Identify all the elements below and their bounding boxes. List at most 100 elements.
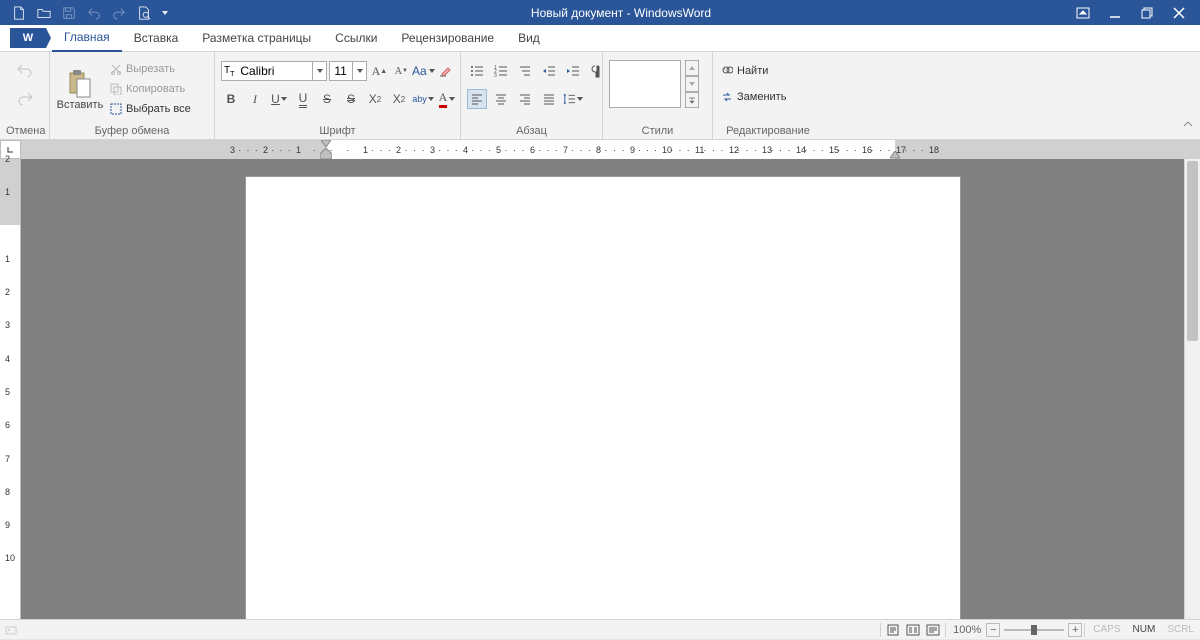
group-undo-label: Отмена [6, 123, 43, 139]
double-underline-button[interactable]: U [293, 89, 313, 109]
h-ruler-num: 2 [396, 145, 401, 155]
open-icon[interactable] [35, 4, 53, 22]
grow-font-button[interactable]: A▲ [369, 61, 389, 81]
subscript-button[interactable]: X2 [365, 89, 385, 109]
bullets-button[interactable] [467, 61, 487, 81]
undo-button[interactable] [15, 60, 35, 80]
v-ruler-num: 4 [5, 354, 10, 364]
tab-1[interactable]: Вставка [122, 25, 191, 52]
ribbon-display-icon[interactable] [1072, 2, 1094, 24]
replace-button[interactable]: Заменить [719, 88, 788, 106]
tab-3[interactable]: Ссылки [323, 25, 389, 52]
h-ruler-num: 6 [530, 145, 535, 155]
font-name-input[interactable] [236, 62, 312, 80]
highlight-button[interactable]: aby [413, 89, 433, 109]
zoom-slider-knob[interactable] [1031, 625, 1037, 635]
font-size-dropdown[interactable] [352, 62, 366, 80]
styles-more-button[interactable] [685, 92, 699, 108]
undo-icon[interactable] [85, 4, 103, 22]
v-ruler-num: 9 [5, 520, 10, 530]
tab-4[interactable]: Рецензирование [389, 25, 506, 52]
change-case-button[interactable]: Aa [413, 61, 433, 81]
save-icon[interactable] [60, 4, 78, 22]
font-name-combo[interactable]: TT [221, 61, 327, 81]
h-ruler-num: 7 [563, 145, 568, 155]
view-read-button[interactable] [903, 620, 923, 640]
tab-2[interactable]: Разметка страницы [190, 25, 323, 52]
vertical-scrollbar[interactable] [1184, 159, 1200, 619]
view-web-button[interactable] [923, 620, 943, 640]
scrollbar-thumb[interactable] [1187, 161, 1198, 341]
double-strike-button[interactable]: S [341, 89, 361, 109]
h-ruler-num: 1 [296, 145, 301, 155]
font-name-dropdown[interactable] [312, 62, 326, 80]
bold-button[interactable]: B [221, 89, 241, 109]
numbering-button[interactable]: 123 [491, 61, 511, 81]
view-print-layout-button[interactable] [883, 620, 903, 640]
window-controls [1072, 2, 1200, 24]
shrink-font-button[interactable]: A▼ [391, 61, 411, 81]
multilevel-button[interactable] [515, 61, 535, 81]
zoom-percent[interactable]: 100% [948, 620, 986, 639]
zoom-in-button[interactable]: + [1068, 623, 1082, 637]
cut-button[interactable]: Вырезать [108, 60, 193, 78]
italic-button[interactable]: I [245, 89, 265, 109]
macro-record-icon[interactable] [0, 620, 22, 639]
select-all-button[interactable]: Выбрать все [108, 100, 193, 118]
paste-label: Вставить [57, 99, 104, 111]
maximize-icon[interactable] [1136, 2, 1158, 24]
tab-stop-selector[interactable] [0, 140, 21, 159]
close-icon[interactable] [1168, 2, 1190, 24]
increase-indent-button[interactable] [563, 61, 583, 81]
zoom-out-button[interactable]: − [986, 623, 1000, 637]
v-ruler-num: 7 [5, 454, 10, 464]
style-gallery[interactable] [609, 60, 681, 108]
styles-up-button[interactable] [685, 60, 699, 76]
scrl-indicator: SCRL [1161, 624, 1200, 635]
decrease-indent-button[interactable] [539, 61, 559, 81]
group-clipboard-label: Буфер обмена [56, 123, 208, 139]
copy-button[interactable]: Копировать [108, 80, 193, 98]
ruler-row: 3···2···1···1···2···3···4···5···6···7···… [0, 140, 1200, 159]
align-left-button[interactable] [467, 89, 487, 109]
tab-0[interactable]: Главная [52, 25, 122, 52]
superscript-button[interactable]: X2 [389, 89, 409, 109]
font-size-input[interactable] [330, 62, 352, 80]
minimize-icon[interactable] [1104, 2, 1126, 24]
clear-format-button[interactable] [435, 61, 455, 81]
v-ruler-num: 2 [5, 287, 10, 297]
zoom-slider[interactable] [1004, 629, 1064, 631]
strike-button[interactable]: S [317, 89, 337, 109]
align-center-button[interactable] [491, 89, 511, 109]
print-preview-icon[interactable] [135, 4, 153, 22]
caps-indicator: CAPS [1087, 624, 1126, 635]
group-font-label: Шрифт [221, 123, 454, 139]
tab-5[interactable]: Вид [506, 25, 552, 52]
v-ruler-num: 2 [5, 154, 10, 164]
styles-down-button[interactable] [685, 76, 699, 92]
new-doc-icon[interactable] [10, 4, 28, 22]
h-ruler-num: 9 [630, 145, 635, 155]
font-size-combo[interactable] [329, 61, 367, 81]
page[interactable] [245, 176, 961, 619]
h-ruler-num: 4 [463, 145, 468, 155]
horizontal-ruler[interactable]: 3···2···1···1···2···3···4···5···6···7···… [21, 140, 1200, 159]
align-right-button[interactable] [515, 89, 535, 109]
font-color-button[interactable]: A [437, 89, 457, 109]
redo-button[interactable] [15, 88, 35, 108]
num-indicator: NUM [1127, 624, 1162, 635]
paste-button[interactable]: Вставить [56, 60, 104, 120]
title-bar: Новый документ - WindowsWord [0, 0, 1200, 25]
redo-icon[interactable] [110, 4, 128, 22]
collapse-ribbon-icon[interactable] [1182, 117, 1194, 135]
app-icon[interactable]: W [10, 28, 46, 48]
workspace: 2112345678910 [0, 159, 1200, 619]
underline-button[interactable]: U [269, 89, 289, 109]
vertical-ruler[interactable]: 2112345678910 [0, 159, 21, 619]
qat-customize-icon[interactable] [160, 4, 170, 22]
find-button[interactable]: Найти [719, 62, 770, 80]
group-editing: Найти Заменить Редактирование [713, 52, 823, 139]
line-spacing-button[interactable] [563, 89, 583, 109]
justify-button[interactable] [539, 89, 559, 109]
document-canvas[interactable] [21, 159, 1184, 619]
